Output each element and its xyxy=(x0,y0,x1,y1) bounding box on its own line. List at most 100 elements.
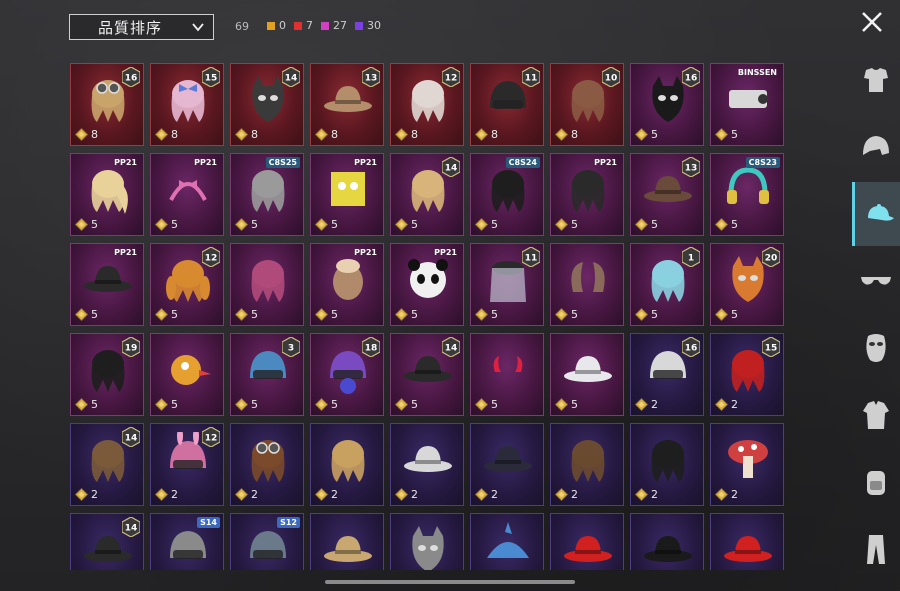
inventory-item[interactable]: 35 xyxy=(230,333,304,416)
inventory-item[interactable]: 2 xyxy=(550,423,624,506)
inventory-item[interactable]: 14 5 xyxy=(390,153,464,236)
sort-dropdown[interactable]: 品質排序 xyxy=(69,14,214,40)
inventory-item[interactable]: 5 xyxy=(230,243,304,326)
horns-icon xyxy=(571,262,605,292)
inventory-item[interactable]: 16 2 xyxy=(630,333,704,416)
inventory-item[interactable]: 12 5 xyxy=(150,243,224,326)
inventory-item[interactable]: PP21 5 xyxy=(70,153,144,236)
item-price: 5 xyxy=(75,398,98,411)
mask-icon xyxy=(866,334,886,362)
inventory-item[interactable]: 14 2 xyxy=(70,423,144,506)
inventory-item[interactable]: PP21 5 xyxy=(310,153,384,236)
inventory-item[interactable]: 12 8 xyxy=(390,63,464,146)
item-price: 5 xyxy=(315,218,338,231)
level-badge: 12 xyxy=(202,427,220,447)
inventory-item[interactable] xyxy=(470,513,544,570)
inventory-item[interactable]: 18 5 xyxy=(310,333,384,416)
inventory-item[interactable]: 15 8 xyxy=(150,63,224,146)
inventory-item[interactable]: BINSSEN 5 xyxy=(710,63,784,146)
inventory-item[interactable]: 12 2 xyxy=(150,423,224,506)
inventory-item[interactable]: 20 5 xyxy=(710,243,784,326)
inventory-item[interactable]: 2 xyxy=(390,423,464,506)
sidebar-item-mask[interactable] xyxy=(852,316,900,380)
coin-icon xyxy=(75,398,88,411)
inventory-item[interactable]: 13 8 xyxy=(310,63,384,146)
inventory-item[interactable]: PP21 5 xyxy=(550,153,624,236)
inventory-item[interactable]: 13 5 xyxy=(630,153,704,236)
outfit-icon xyxy=(864,68,888,92)
price-value: 5 xyxy=(651,128,658,141)
item-price: 5 xyxy=(555,398,578,411)
inventory-item[interactable]: 11 5 xyxy=(470,243,544,326)
item-price: 5 xyxy=(75,308,98,321)
inventory-item[interactable]: 19 5 xyxy=(70,333,144,416)
coin-icon xyxy=(315,128,328,141)
price-value: 5 xyxy=(251,308,258,321)
inventory-item[interactable]: C8S25 5 xyxy=(230,153,304,236)
coin-icon xyxy=(475,308,488,321)
inventory-item[interactable]: 15 xyxy=(630,243,704,326)
svg-text:12: 12 xyxy=(205,254,218,264)
inventory-item[interactable]: 2 xyxy=(710,423,784,506)
svg-text:15: 15 xyxy=(205,74,218,84)
inventory-item[interactable] xyxy=(390,513,464,570)
inventory-item[interactable]: 14 8 xyxy=(230,63,304,146)
coin-icon xyxy=(395,308,408,321)
item-price: 8 xyxy=(475,128,498,141)
inventory-item[interactable]: 2 xyxy=(310,423,384,506)
price-value: 5 xyxy=(91,218,98,231)
inventory-item[interactable]: S12 xyxy=(230,513,304,570)
item-price: 5 xyxy=(715,218,738,231)
inventory-item[interactable]: 2 xyxy=(630,423,704,506)
level-badge: 13 xyxy=(362,67,380,87)
inventory-item[interactable]: PP21 5 xyxy=(70,243,144,326)
sidebar-item-cap[interactable] xyxy=(852,182,900,246)
level-badge: 13 xyxy=(682,157,700,177)
inventory-item[interactable]: C8S24 5 xyxy=(470,153,544,236)
scrollbar[interactable] xyxy=(325,580,575,584)
sidebar-item-sunglasses[interactable] xyxy=(852,249,900,313)
inventory-item[interactable]: 10 8 xyxy=(550,63,624,146)
inventory-item[interactable]: 15 2 xyxy=(710,333,784,416)
item-price: 8 xyxy=(155,128,178,141)
inventory-item[interactable]: PP21 5 xyxy=(310,243,384,326)
inventory-item[interactable] xyxy=(630,513,704,570)
inventory-item[interactable]: 14 5 xyxy=(390,333,464,416)
inventory-item[interactable]: 2 xyxy=(230,423,304,506)
sidebar-item-backpack[interactable] xyxy=(852,450,900,514)
inventory-item[interactable]: 16 8 xyxy=(70,63,144,146)
season-badge: PP21 xyxy=(194,158,217,167)
inventory-item[interactable]: 16 5 xyxy=(630,63,704,146)
category-sidebar xyxy=(852,48,900,591)
coin-icon xyxy=(235,128,248,141)
close-icon[interactable] xyxy=(858,8,886,36)
price-value: 5 xyxy=(251,218,258,231)
inventory-item[interactable] xyxy=(310,513,384,570)
sidebar-item-jacket[interactable] xyxy=(852,383,900,447)
price-value: 5 xyxy=(731,308,738,321)
inventory-item[interactable]: PP21 5 xyxy=(390,243,464,326)
sidebar-item-helmet[interactable] xyxy=(852,115,900,179)
sidebar-item-pants[interactable] xyxy=(852,517,900,581)
inventory-item[interactable] xyxy=(550,513,624,570)
inventory-item[interactable]: C8S23 5 xyxy=(710,153,784,236)
hair-icon xyxy=(491,170,525,212)
rarity-count-value: 0 xyxy=(279,19,286,32)
level-badge: 12 xyxy=(202,247,220,267)
inventory-item[interactable]: 2 xyxy=(470,423,544,506)
inventory-item[interactable]: 11 8 xyxy=(470,63,544,146)
inventory-item[interactable] xyxy=(710,513,784,570)
inventory-item[interactable]: 5 xyxy=(550,333,624,416)
inventory-item[interactable]: 5 xyxy=(550,243,624,326)
item-price: 5 xyxy=(635,308,658,321)
inventory-item[interactable]: 5 xyxy=(470,333,544,416)
inventory-item[interactable]: 14 xyxy=(70,513,144,570)
inventory-item[interactable]: 5 xyxy=(150,333,224,416)
inventory-item[interactable]: PP21 5 xyxy=(150,153,224,236)
sidebar-item-outfit[interactable] xyxy=(852,48,900,112)
pants-icon xyxy=(867,535,885,564)
ski-mask-icon xyxy=(412,526,444,570)
item-price: 5 xyxy=(315,398,338,411)
level-badge: 3 xyxy=(282,337,300,357)
inventory-item[interactable]: S14 xyxy=(150,513,224,570)
